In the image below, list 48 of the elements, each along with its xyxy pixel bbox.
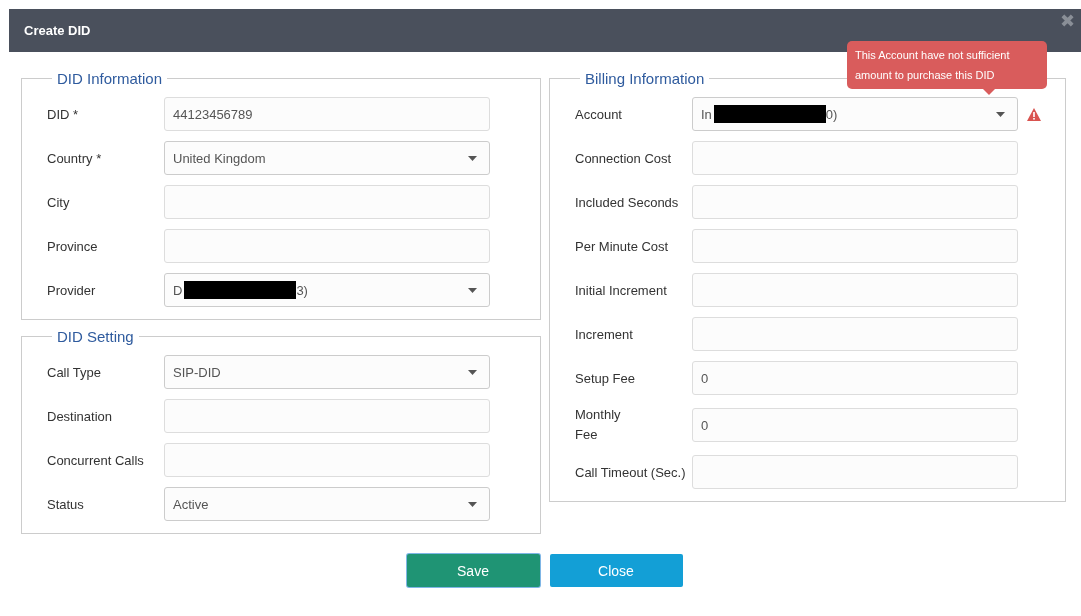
field-label: Setup Fee [575,370,636,386]
field-label: Status [47,496,85,512]
caret-icon [468,502,477,507]
caret-icon [996,112,1005,117]
field-label: Provider [47,282,97,298]
dropdown-field[interactable]: Active [164,487,490,521]
field-label: Connection Cost [575,150,673,166]
field-label: City [47,194,71,210]
caret-icon [468,288,477,293]
dropdown-field[interactable]: United Kingdom [164,141,490,175]
field-label: Destination [47,408,114,424]
field-label: Initial Increment [575,282,668,298]
input-field[interactable] [692,185,1018,219]
field-label: Account [575,106,623,122]
tooltip-pointer [983,89,995,95]
field-label: Concurrent Calls [47,452,145,468]
input-field[interactable] [692,455,1018,489]
section-title: DID Setting [56,328,135,345]
dropdown-field[interactable]: D 3) [164,273,490,307]
caret-icon [468,370,477,375]
field-label: Call Type [47,364,102,380]
input-field[interactable]: 44123456789 [164,97,490,131]
field-label: Per Minute Cost [575,238,670,254]
input-field[interactable] [692,229,1018,263]
field-label: Country * [47,150,103,166]
input-field[interactable]: 0 [692,361,1018,395]
input-field[interactable] [164,229,490,263]
section-title: Billing Information [584,70,706,87]
field-label: Included Seconds [575,194,680,210]
caret-icon [468,156,477,161]
section-title: DID Information [56,70,164,87]
dialog-title: Create DID [24,23,91,38]
input-field[interactable] [164,443,490,477]
field-label: Monthly Fee [575,406,622,444]
field-label: Call Timeout (Sec.) [575,464,687,480]
save-button[interactable]: Save [406,554,540,587]
input-field[interactable] [164,185,490,219]
input-field[interactable]: 0 [692,408,1018,442]
input-field[interactable] [164,399,490,433]
field-label: DID * [47,106,80,122]
input-field[interactable] [692,317,1018,351]
field-label: Province [47,238,99,254]
field-label: Increment [575,326,634,342]
input-field[interactable] [692,273,1018,307]
dropdown-field[interactable]: In 0) [692,97,1018,131]
dropdown-field[interactable]: SIP-DID [164,355,490,389]
input-field[interactable] [692,141,1018,175]
error-tooltip: This Account have not sufficient amount to purchase this DID [847,41,1047,89]
